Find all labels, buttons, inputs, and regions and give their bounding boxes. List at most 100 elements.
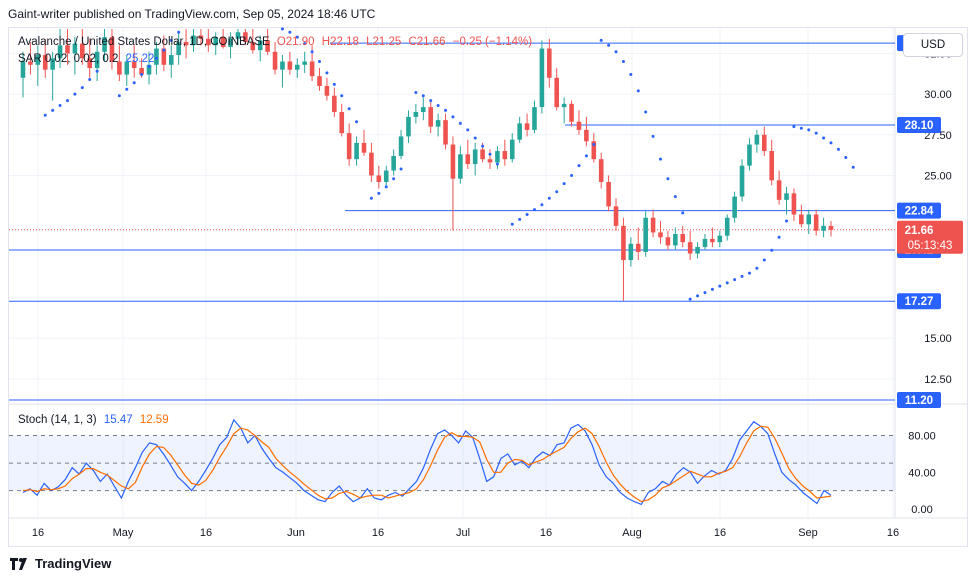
sar-dot bbox=[414, 90, 418, 94]
candle-body bbox=[813, 214, 819, 231]
candle-body bbox=[517, 123, 522, 140]
candle bbox=[428, 100, 434, 134]
candle-body bbox=[628, 243, 634, 261]
candle bbox=[346, 123, 352, 166]
candle bbox=[517, 116, 522, 143]
candle bbox=[635, 227, 641, 261]
stoch-d-value: 12.59 bbox=[139, 414, 169, 426]
tradingview-logo-icon bbox=[10, 557, 27, 570]
candle-body bbox=[621, 225, 626, 261]
sar-label: SAR 0.02, 0.02, 0.2 bbox=[18, 53, 119, 65]
sar-dot bbox=[540, 203, 544, 207]
candle bbox=[547, 38, 552, 88]
currency-button[interactable]: USD bbox=[903, 33, 963, 57]
sar-dot bbox=[570, 173, 574, 177]
sar-dot bbox=[762, 258, 766, 262]
high-value: H22.18 bbox=[321, 36, 359, 48]
candle bbox=[502, 139, 508, 166]
sar-dot bbox=[177, 30, 181, 34]
candle-body bbox=[443, 120, 448, 145]
candle-body bbox=[754, 134, 760, 145]
candle-body bbox=[294, 64, 300, 70]
candle bbox=[376, 165, 382, 189]
sar-dot bbox=[43, 113, 47, 117]
candle bbox=[576, 110, 582, 135]
candle bbox=[324, 77, 330, 101]
sar-dot bbox=[525, 213, 529, 216]
candle-body bbox=[739, 165, 745, 197]
x-tick-label: 16 bbox=[372, 527, 384, 539]
sar-dot bbox=[436, 103, 440, 107]
candle-body bbox=[806, 214, 812, 225]
sar-dot bbox=[532, 208, 536, 212]
sar-legend: SAR 0.02, 0.02, 0.2 25.22 bbox=[18, 53, 154, 65]
candle bbox=[532, 100, 537, 134]
sar-dot bbox=[673, 195, 677, 199]
sar-dot bbox=[488, 152, 492, 156]
candle bbox=[761, 126, 767, 156]
sar-dot bbox=[58, 103, 62, 107]
sar-dot bbox=[51, 108, 55, 112]
candle bbox=[732, 191, 737, 223]
sar-dot bbox=[636, 89, 640, 93]
candle bbox=[680, 225, 686, 248]
sar-dot bbox=[599, 38, 603, 42]
parabolic-sar bbox=[43, 27, 855, 301]
candle-body bbox=[383, 170, 389, 182]
candle bbox=[591, 133, 597, 163]
sar-dot bbox=[851, 165, 855, 169]
candle-body bbox=[584, 129, 589, 142]
candle bbox=[561, 97, 567, 124]
sar-dot bbox=[725, 281, 729, 285]
candle bbox=[717, 230, 723, 248]
candle-body bbox=[598, 159, 604, 182]
sar-dot bbox=[584, 154, 588, 158]
x-tick-label: Jul bbox=[456, 527, 470, 539]
x-tick-label: Sep bbox=[798, 527, 818, 539]
candle bbox=[458, 146, 463, 184]
sar-dot bbox=[844, 156, 848, 160]
candle-body bbox=[302, 61, 307, 65]
candle-body bbox=[391, 155, 396, 171]
candle-body bbox=[680, 234, 686, 243]
stoch-label: Stoch (14, 1, 3) bbox=[18, 414, 97, 426]
candle-body bbox=[613, 206, 619, 226]
candle-body bbox=[710, 238, 715, 243]
candle bbox=[413, 103, 419, 124]
sar-dot bbox=[154, 56, 158, 60]
candle bbox=[791, 188, 797, 222]
y-tick-label: 30.00 bbox=[924, 89, 952, 101]
y-tick-label: 25.00 bbox=[924, 170, 952, 182]
candle bbox=[354, 136, 359, 166]
sar-dot bbox=[510, 222, 514, 226]
sar-dot bbox=[718, 284, 722, 288]
candle bbox=[769, 139, 774, 186]
sar-dot bbox=[770, 248, 774, 252]
sar-dot bbox=[518, 217, 522, 221]
candle-body bbox=[168, 55, 174, 65]
chart-canvas[interactable]: 80.0040.000.00 32.5030.0027.5025.0015.00… bbox=[0, 0, 976, 580]
candle-body bbox=[420, 107, 426, 112]
candle-body bbox=[665, 237, 671, 246]
candle-body bbox=[747, 144, 752, 166]
sar-dot bbox=[733, 278, 737, 282]
sar-dot bbox=[429, 99, 433, 103]
x-tick-label: 16 bbox=[887, 527, 899, 539]
candle-body bbox=[776, 180, 782, 200]
candle-body bbox=[480, 149, 485, 160]
candle-body bbox=[354, 142, 359, 160]
candle bbox=[361, 129, 367, 156]
candle-body bbox=[458, 154, 463, 179]
sar-dot bbox=[288, 30, 292, 34]
candle-body bbox=[576, 121, 582, 130]
candle bbox=[687, 230, 693, 261]
price-level-label: 17.27 bbox=[905, 296, 934, 308]
candle bbox=[658, 221, 663, 244]
sar-dot bbox=[318, 60, 322, 64]
candle-body bbox=[317, 76, 322, 86]
stoch-k-value: 15.47 bbox=[103, 414, 133, 426]
price-level-label: 22.84 bbox=[905, 206, 934, 218]
candle-body bbox=[799, 214, 804, 225]
candle bbox=[799, 204, 804, 228]
sar-dot bbox=[280, 27, 284, 31]
